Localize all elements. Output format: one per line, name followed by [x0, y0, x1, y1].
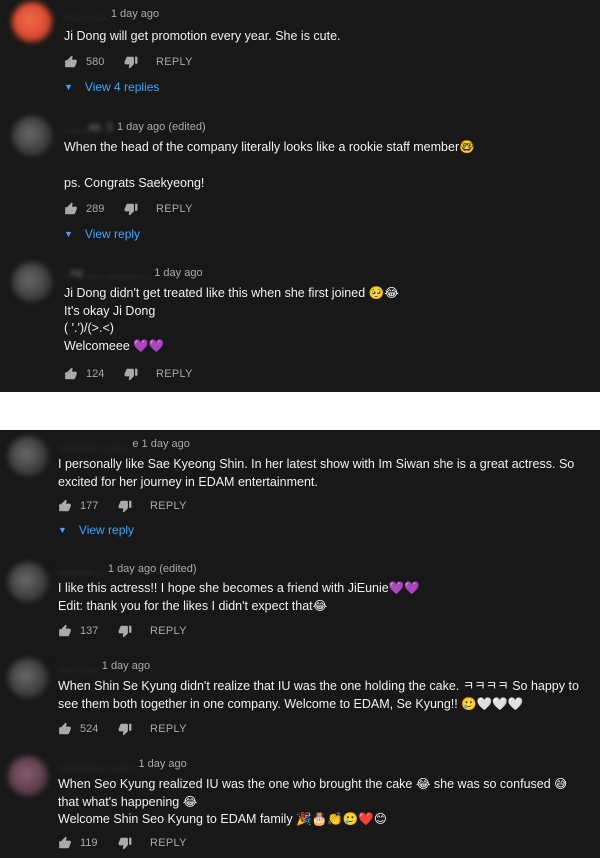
author-name-blurred[interactable]: .___ ___ [64, 8, 107, 20]
comment-time[interactable]: 1 day ago (edited) [117, 121, 206, 133]
comment-actions: 124 REPLY [64, 366, 193, 382]
comment-text: When Seo Kyung realized IU was the one w… [58, 776, 567, 829]
avatar[interactable] [12, 2, 52, 42]
comment-text: I personally like Sae Kyeong Shin. In he… [58, 456, 574, 491]
comment-meta: ____ay_1 1 day ago (edited) [64, 121, 206, 133]
thumbs-up-icon[interactable] [58, 499, 72, 513]
author-name-blurred[interactable]: ______ _ [58, 563, 104, 575]
comment-line: ( '.')/(>.<) [64, 321, 114, 335]
author-name-blurred[interactable]: _______ ____ [58, 438, 128, 450]
author-name-blurred[interactable]: ________ ____ [58, 758, 134, 770]
avatar[interactable] [12, 262, 52, 302]
reply-button[interactable]: REPLY [150, 500, 187, 512]
thumbs-down-icon[interactable] [124, 202, 138, 216]
comment-line [64, 157, 475, 175]
comment-line: Edit: thank you for the likes I didn't e… [58, 598, 328, 613]
thumbs-down-icon[interactable] [118, 624, 132, 638]
comment-actions: 580 REPLY [64, 54, 193, 70]
comments-panel-top: .___ ___ 1 day ago Ji Dong will get promo… [0, 0, 600, 392]
author-name-blurred[interactable]: ___ ___ [58, 660, 98, 672]
comment-line: It's okay Ji Dong [64, 303, 156, 318]
comment-text: Ji Dong didn't get treated like this whe… [64, 285, 399, 355]
comment-line: that what's happening 😂 [58, 794, 198, 809]
comment-actions: 177 REPLY [58, 498, 187, 514]
comment-time[interactable]: 1 day ago [102, 660, 150, 672]
view-replies-button[interactable]: ▼ View 4 replies [64, 80, 159, 94]
like-count: 177 [80, 500, 99, 512]
like-count: 524 [80, 723, 99, 735]
view-replies-button[interactable]: ▼ View reply [64, 227, 140, 241]
avatar[interactable] [8, 436, 48, 476]
reply-button[interactable]: REPLY [150, 837, 187, 849]
thumbs-up-icon[interactable] [64, 55, 78, 69]
comment-time[interactable]: 1 day ago (edited) [108, 563, 197, 575]
comment-time[interactable]: 1 day ago [138, 758, 186, 770]
comment-time[interactable]: 1 day ago [111, 8, 159, 20]
like-count: 124 [86, 368, 105, 380]
comment-text: When Shin Se Kyung didn't realize that I… [58, 678, 579, 713]
comment-text: I like this actress!! I hope she becomes… [58, 580, 420, 615]
comment-line: Ji Dong will get promotion every year. S… [64, 29, 341, 43]
comment-meta: ___ ___ 1 day ago [58, 660, 150, 672]
author-name-blurred[interactable]: ____ay_1 [64, 121, 113, 133]
reply-button[interactable]: REPLY [150, 723, 187, 735]
thumbs-down-icon[interactable] [118, 499, 132, 513]
comment-line: ps. Congrats Saekyeong! [64, 175, 205, 190]
comment-line: When the head of the company literally l… [64, 140, 475, 154]
like-count: 289 [86, 203, 105, 215]
comment-meta: _______ ____ e 1 day ago [58, 438, 190, 450]
thumbs-down-icon[interactable] [124, 55, 138, 69]
comment-line: When Shin Se Kyung didn't realize that I… [58, 679, 579, 693]
reply-button[interactable]: REPLY [156, 368, 193, 380]
reply-button[interactable]: REPLY [156, 203, 193, 215]
comment-line: I personally like Sae Kyeong Shin. In he… [58, 457, 575, 471]
thumbs-up-icon[interactable] [58, 836, 72, 850]
comments-panel-bottom: _______ ____ e 1 day ago I personally lik… [0, 430, 600, 858]
comment-actions: 137 REPLY [58, 623, 187, 639]
comment-actions: 289 REPLY [64, 201, 193, 217]
view-replies-label: View reply [78, 523, 135, 537]
comment-meta: .___ ___ 1 day ago [64, 8, 159, 20]
caret-down-icon: ▼ [58, 525, 67, 535]
comment-line: excited for her journey in EDAM entertai… [58, 474, 318, 489]
comment-time[interactable]: e 1 day ago [132, 438, 190, 450]
avatar[interactable] [8, 756, 48, 796]
avatar[interactable] [12, 116, 52, 156]
reply-button[interactable]: REPLY [156, 56, 193, 68]
view-replies-label: View reply [84, 227, 141, 241]
thumbs-down-icon[interactable] [118, 722, 132, 736]
view-replies-label: View 4 replies [84, 80, 160, 94]
author-name-blurred[interactable]: _ny___ ______ _ [64, 267, 150, 279]
comment-time[interactable]: 1 day ago [154, 267, 202, 279]
comment-line: When Seo Kyung realized IU was the one w… [58, 777, 568, 791]
thumbs-down-icon[interactable] [124, 367, 138, 381]
comment-text: When the head of the company literally l… [64, 139, 475, 192]
thumbs-up-icon[interactable] [58, 624, 72, 638]
thumbs-down-icon[interactable] [118, 836, 132, 850]
comment-line: Welcomeee 💜💜 [64, 338, 165, 353]
screenshot-separator [0, 392, 600, 430]
reply-button[interactable]: REPLY [150, 625, 187, 637]
comment-meta: _ny___ ______ _ 1 day ago [64, 267, 203, 279]
view-replies-button[interactable]: ▼ View reply [58, 523, 134, 537]
caret-down-icon: ▼ [64, 229, 73, 239]
comment-actions: 524 REPLY [58, 721, 187, 737]
like-count: 580 [86, 56, 105, 68]
like-count: 119 [80, 837, 98, 849]
like-count: 137 [80, 625, 99, 637]
caret-down-icon: ▼ [64, 82, 73, 92]
thumbs-up-icon[interactable] [64, 202, 78, 216]
comment-line: Welcome Shin Seo Kyung to EDAM family 🎉🎂… [58, 812, 387, 826]
thumbs-up-icon[interactable] [64, 367, 78, 381]
comment-line: I like this actress!! I hope she becomes… [58, 581, 420, 595]
avatar[interactable] [8, 658, 48, 698]
comment-line: Ji Dong didn't get treated like this whe… [64, 286, 399, 300]
thumbs-up-icon[interactable] [58, 722, 72, 736]
comment-text: Ji Dong will get promotion every year. S… [64, 28, 341, 46]
comment-meta: ______ _ 1 day ago (edited) [58, 563, 197, 575]
comment-actions: 119 REPLY [58, 835, 187, 851]
comment-meta: ________ ____ 1 day ago [58, 758, 187, 770]
comment-line: see them both together in one company. W… [58, 696, 524, 711]
avatar[interactable] [8, 562, 48, 602]
